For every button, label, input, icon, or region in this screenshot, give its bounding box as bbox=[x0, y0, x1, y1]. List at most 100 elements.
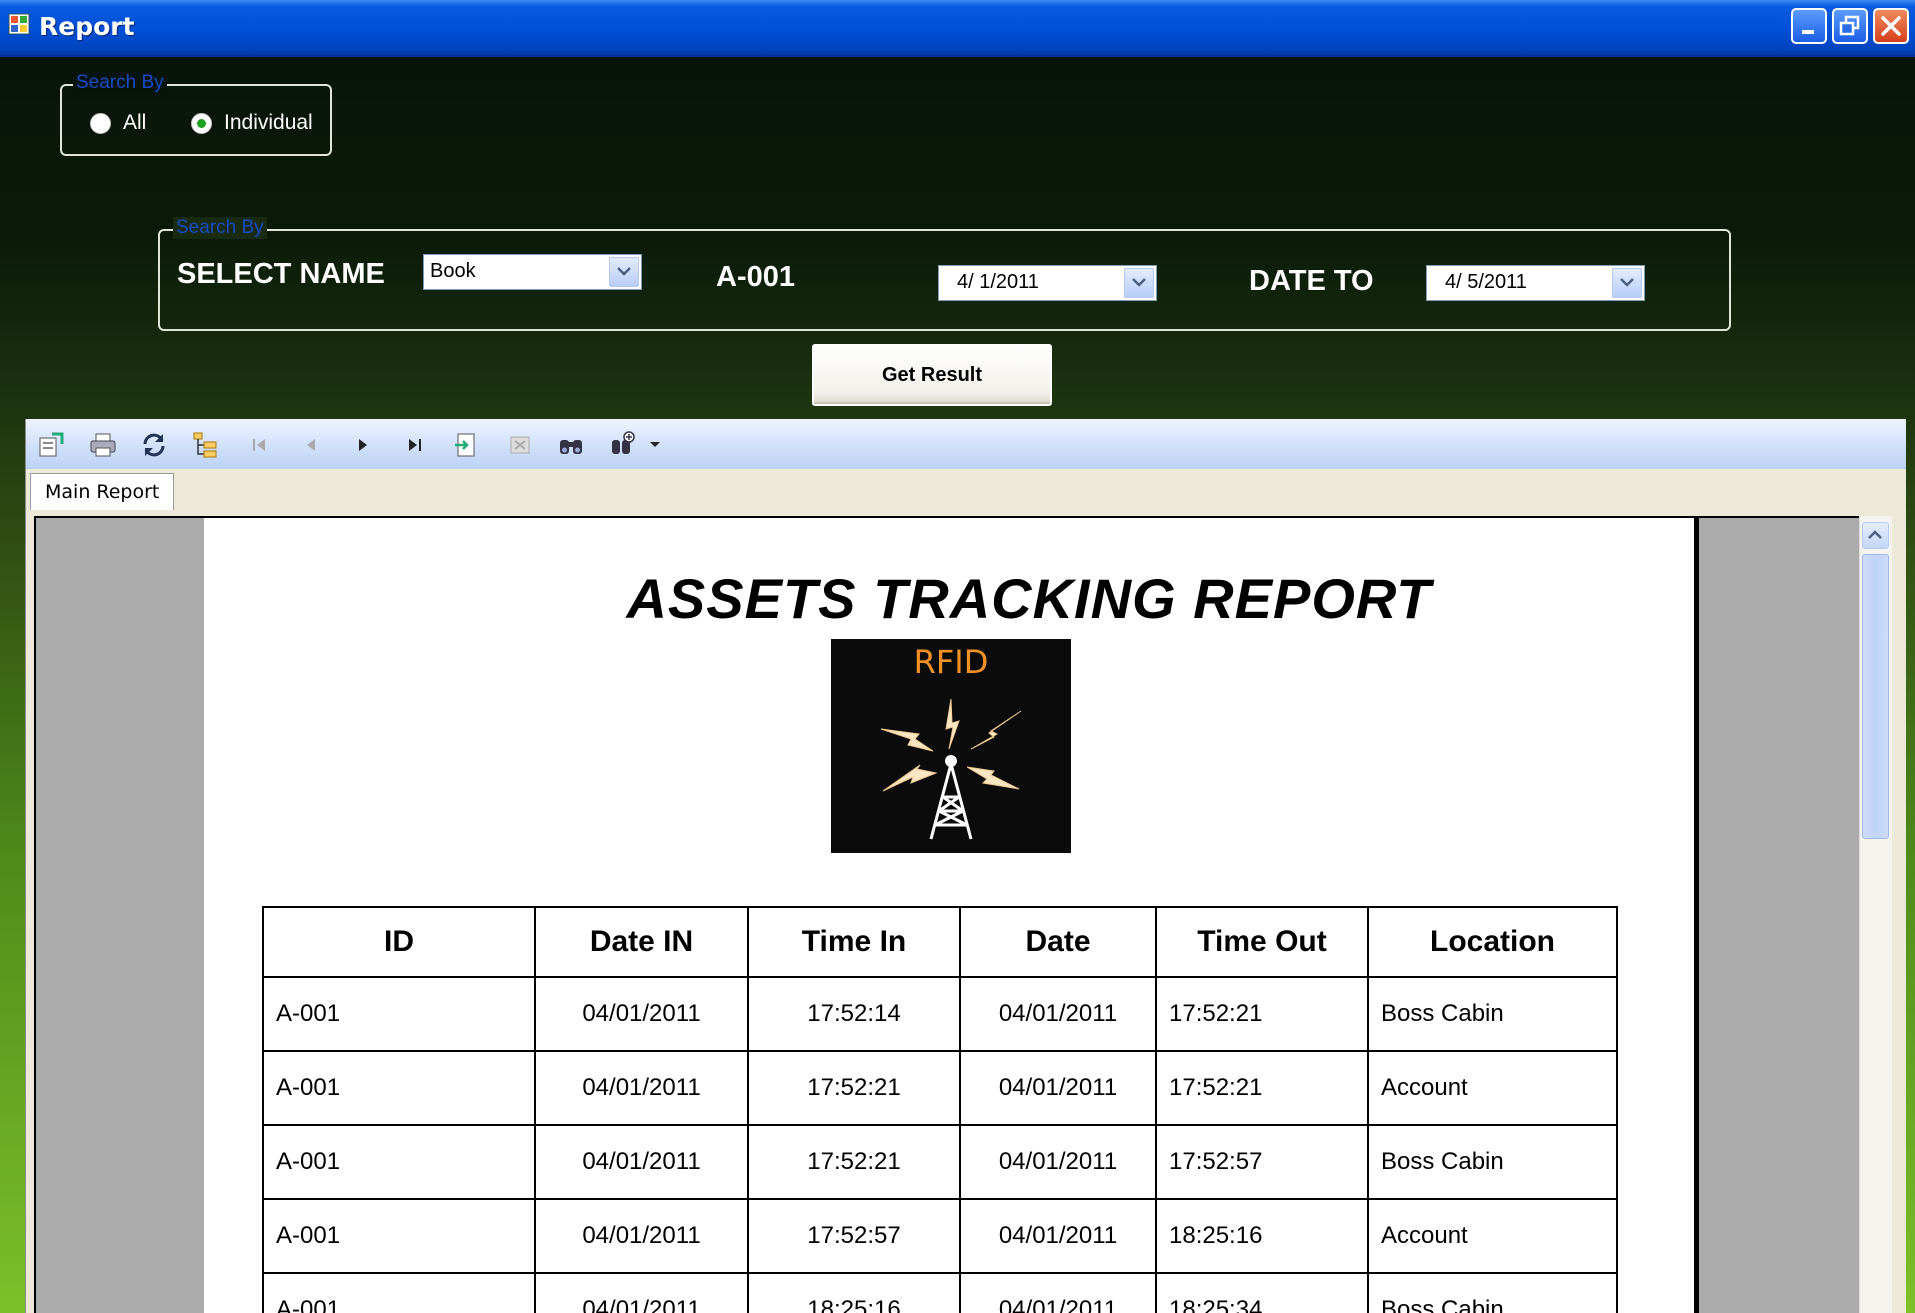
table-row: A-001 04/01/2011 17:52:21 04/01/2011 17:… bbox=[262, 1124, 1618, 1200]
select-name-label: SELECT NAME bbox=[177, 258, 385, 290]
cell-id: A-001 bbox=[262, 1198, 536, 1274]
column-header: Time In bbox=[747, 906, 961, 978]
close-icon bbox=[1881, 16, 1901, 36]
zoom-dropdown-icon[interactable] bbox=[649, 441, 661, 449]
restore-icon bbox=[1839, 15, 1860, 36]
title-bar[interactable]: Report bbox=[0, 0, 1915, 57]
table-header-row: ID Date IN Time In Date Time Out Locatio… bbox=[262, 906, 1618, 978]
refresh-icon[interactable] bbox=[139, 430, 169, 460]
scroll-up-button[interactable] bbox=[1862, 522, 1889, 549]
cell-date: 04/01/2011 bbox=[959, 1198, 1157, 1274]
date-to-label: DATE TO bbox=[1249, 265, 1374, 297]
tab-strip: Main Report bbox=[26, 469, 1906, 511]
group-legend: Search By bbox=[73, 72, 167, 94]
column-header: Time Out bbox=[1155, 906, 1369, 978]
chevron-down-icon[interactable] bbox=[1612, 268, 1642, 298]
goto-page-icon[interactable] bbox=[452, 430, 482, 460]
vertical-scrollbar[interactable] bbox=[1859, 516, 1892, 1313]
name-select-value: Book bbox=[430, 260, 476, 282]
restore-button[interactable] bbox=[1832, 8, 1868, 44]
group-tree-icon[interactable] bbox=[191, 430, 221, 460]
cell-id: A-001 bbox=[262, 1050, 536, 1126]
cell-time-out: 18:25:34 bbox=[1155, 1272, 1369, 1313]
previous-page-icon[interactable] bbox=[296, 430, 326, 460]
cell-time-in: 17:52:57 bbox=[747, 1198, 961, 1274]
last-page-icon[interactable] bbox=[400, 430, 430, 460]
window-title: Report bbox=[39, 12, 135, 41]
column-header: ID bbox=[262, 906, 536, 978]
cell-time-in: 17:52:14 bbox=[747, 976, 961, 1052]
cell-time-in: 17:52:21 bbox=[747, 1050, 961, 1126]
next-page-icon[interactable] bbox=[348, 430, 378, 460]
antenna-tower-icon bbox=[880, 698, 1022, 840]
cell-date: 04/01/2011 bbox=[959, 1124, 1157, 1200]
cell-location: Account bbox=[1367, 1198, 1618, 1274]
name-select[interactable]: Book bbox=[423, 254, 642, 290]
close-button[interactable] bbox=[1873, 8, 1909, 44]
table-row: A-001 04/01/2011 18:25:16 04/01/2011 18:… bbox=[262, 1272, 1618, 1313]
date-to-value: 4/ 5/2011 bbox=[1445, 271, 1527, 293]
cell-time-in: 18:25:16 bbox=[747, 1272, 961, 1313]
report-page: ASSETS TRACKING REPORT RFID ID Date IN T… bbox=[204, 518, 1699, 1313]
cell-time-out: 18:25:16 bbox=[1155, 1198, 1369, 1274]
chevron-down-icon[interactable] bbox=[609, 257, 639, 287]
app-icon bbox=[8, 13, 30, 35]
report-table: ID Date IN Time In Date Time Out Locatio… bbox=[262, 906, 1618, 1313]
column-header: Date bbox=[959, 906, 1157, 978]
tab-main-report[interactable]: Main Report bbox=[30, 473, 175, 510]
cell-location: Account bbox=[1367, 1050, 1618, 1126]
zoom-icon[interactable] bbox=[608, 430, 638, 460]
cell-time-out: 17:52:21 bbox=[1155, 976, 1369, 1052]
radio-all-label: All bbox=[123, 111, 147, 134]
get-result-button[interactable]: Get Result bbox=[812, 344, 1052, 406]
chevron-down-icon[interactable] bbox=[1124, 268, 1154, 298]
column-header: Date IN bbox=[534, 906, 749, 978]
search-by-group-filters: Search By SELECT NAME Book A-001 4/ 1/20… bbox=[158, 217, 1731, 331]
asset-id-label: A-001 bbox=[716, 261, 795, 293]
table-row: A-001 04/01/2011 17:52:21 04/01/2011 17:… bbox=[262, 1050, 1618, 1126]
cell-id: A-001 bbox=[262, 1272, 536, 1313]
cell-location: Boss Cabin bbox=[1367, 1272, 1618, 1313]
cell-date: 04/01/2011 bbox=[959, 1050, 1157, 1126]
radio-individual-label: Individual bbox=[224, 111, 313, 134]
minimize-icon bbox=[1802, 30, 1814, 34]
scroll-thumb[interactable] bbox=[1862, 554, 1889, 839]
cell-location: Boss Cabin bbox=[1367, 976, 1618, 1052]
report-window: Report Search By All Individual Search B… bbox=[0, 0, 1915, 1313]
viewer-toolbar bbox=[26, 419, 1906, 470]
column-header: Location bbox=[1367, 906, 1618, 978]
cell-date-in: 04/01/2011 bbox=[534, 1124, 749, 1200]
search-by-group-mode: Search By All Individual bbox=[60, 72, 332, 156]
table-row: A-001 04/01/2011 17:52:57 04/01/2011 18:… bbox=[262, 1198, 1618, 1274]
radio-individual-dot[interactable] bbox=[191, 112, 212, 134]
cell-time-out: 17:52:57 bbox=[1155, 1124, 1369, 1200]
first-page-icon[interactable] bbox=[244, 430, 274, 460]
date-to-picker[interactable]: 4/ 5/2011 bbox=[1426, 265, 1645, 301]
cell-date-in: 04/01/2011 bbox=[534, 1050, 749, 1126]
export-icon[interactable] bbox=[36, 430, 66, 460]
chevron-up-icon bbox=[1868, 530, 1882, 539]
report-canvas: ASSETS TRACKING REPORT RFID ID Date IN T… bbox=[34, 516, 1866, 1313]
rfid-logo: RFID bbox=[831, 639, 1071, 853]
print-icon[interactable] bbox=[88, 430, 118, 460]
group-legend: Search By bbox=[173, 217, 267, 239]
cell-id: A-001 bbox=[262, 1124, 536, 1200]
cell-date-in: 04/01/2011 bbox=[534, 976, 749, 1052]
radio-all-dot[interactable] bbox=[90, 112, 111, 134]
cell-date: 04/01/2011 bbox=[959, 1272, 1157, 1313]
search-text-icon[interactable] bbox=[556, 430, 586, 460]
minimize-button[interactable] bbox=[1791, 8, 1827, 44]
cell-date-in: 04/01/2011 bbox=[534, 1198, 749, 1274]
radio-all[interactable]: All bbox=[90, 111, 146, 135]
report-viewer: Main Report ASSETS TRACKING REPORT RFID bbox=[25, 419, 1906, 1313]
date-from-value: 4/ 1/2011 bbox=[957, 271, 1039, 293]
cell-date-in: 04/01/2011 bbox=[534, 1272, 749, 1313]
stop-icon[interactable] bbox=[505, 430, 535, 460]
cell-date: 04/01/2011 bbox=[959, 976, 1157, 1052]
date-from-picker[interactable]: 4/ 1/2011 bbox=[938, 265, 1157, 301]
cell-location: Boss Cabin bbox=[1367, 1124, 1618, 1200]
cell-time-out: 17:52:21 bbox=[1155, 1050, 1369, 1126]
table-row: A-001 04/01/2011 17:52:14 04/01/2011 17:… bbox=[262, 976, 1618, 1052]
radio-individual[interactable]: Individual bbox=[191, 111, 313, 135]
cell-time-in: 17:52:21 bbox=[747, 1124, 961, 1200]
